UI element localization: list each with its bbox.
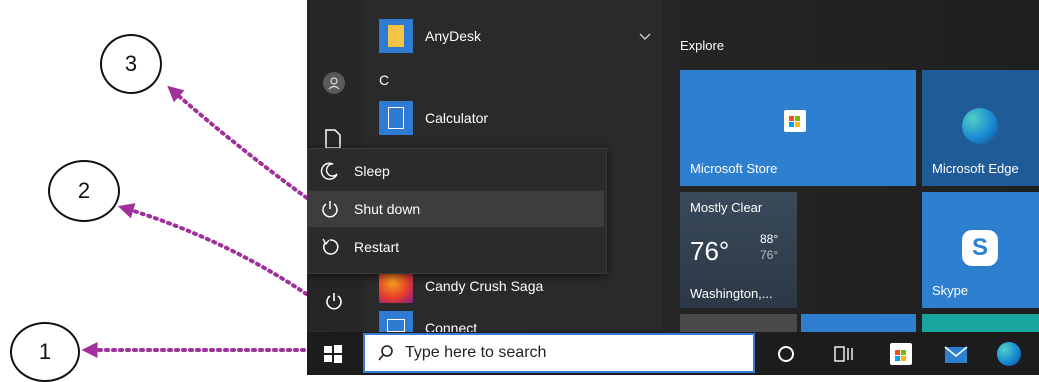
section-letter[interactable]: C [379,72,389,88]
tile-weather[interactable]: Mostly Clear 76° 88° 76° Washington,... [680,192,797,308]
explore-heading: Explore [680,38,725,53]
mail-icon[interactable] [944,346,968,369]
search-placeholder: Type here to search [405,344,547,361]
store-bag-icon [784,110,806,132]
anydesk-icon [379,19,413,53]
user-avatar-icon[interactable] [323,72,345,94]
start-menu-screen: AnyDesk C Calculator Candy Crush Saga Co… [307,0,1039,375]
edge-icon [962,108,998,144]
windows-start-icon[interactable] [323,344,343,369]
app-label: Calculator [425,110,489,126]
arrow-2 [117,203,320,304]
cortana-icon[interactable] [777,345,795,368]
restart-icon [320,237,354,257]
shut-down-menu-item[interactable]: Shut down [308,191,604,227]
weather-temp: 76° [690,236,730,266]
candy-crush-icon [379,269,413,303]
chevron-down-icon[interactable] [639,28,651,46]
store-taskbar-icon[interactable] [890,343,912,365]
tile-skype[interactable]: S Skype [922,192,1039,308]
menu-label: Restart [354,239,400,255]
menu-label: Shut down [354,201,421,217]
tile-label: Microsoft Edge [932,161,1019,176]
tile-partial-2[interactable] [801,314,916,332]
arrow-3 [167,85,320,208]
power-button-icon[interactable] [323,290,345,317]
search-icon [377,344,395,362]
calculator-icon [379,101,413,135]
skype-icon: S [962,230,998,266]
task-view-icon[interactable] [834,345,854,368]
tile-label: Skype [932,283,969,298]
menu-label: Sleep [354,163,390,179]
moon-icon [320,161,354,181]
weather-location: Washington,... [690,286,773,301]
tile-label: Microsoft Store [690,161,778,176]
weather-high: 88° [760,232,779,246]
weather-condition: Mostly Clear [690,200,763,215]
app-calculator[interactable]: Calculator [379,100,488,136]
tile-partial-1[interactable] [680,314,797,332]
taskbar-search-box[interactable]: Type here to search [363,333,755,373]
tile-partial-3[interactable] [922,314,1039,332]
power-icon [320,199,354,219]
app-anydesk[interactable]: AnyDesk [379,18,481,54]
app-label: Candy Crush Saga [425,278,544,294]
power-menu: Sleep Shut down Restart [307,148,607,274]
sleep-menu-item[interactable]: Sleep [308,153,604,189]
restart-menu-item[interactable]: Restart [308,229,604,265]
app-label: AnyDesk [425,28,482,44]
weather-low: 76° [760,248,779,262]
edge-taskbar-icon[interactable] [997,342,1021,366]
tile-microsoft-store[interactable]: Microsoft Store [680,70,916,186]
tile-microsoft-edge[interactable]: Microsoft Edge [922,70,1039,186]
